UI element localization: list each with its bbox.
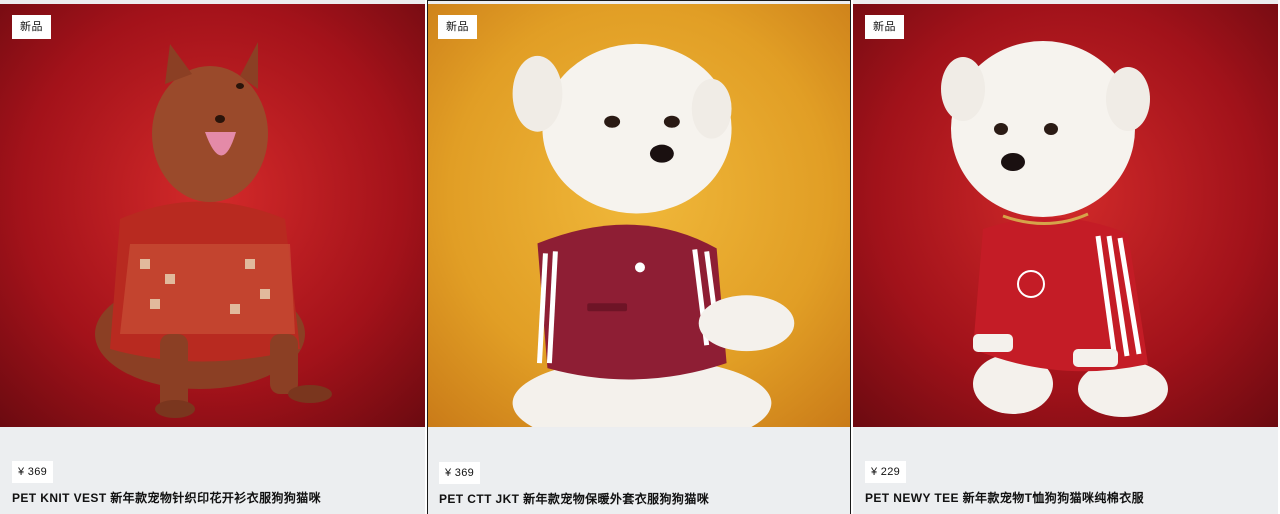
product-info: ¥ 369 PET KNIT VEST 新年款宠物针织印花开衫衣服狗狗猫咪 xyxy=(0,427,425,514)
product-title[interactable]: PET CTT JKT 新年款宠物保暖外套衣服狗狗猫咪 xyxy=(439,490,709,507)
product-card[interactable]: 新品 ¥ 229 PET NEWY TEE 新年款宠物T恤狗狗猫咪纯棉衣服 xyxy=(853,0,1278,514)
product-image[interactable] xyxy=(428,4,850,427)
product-price: ¥ 369 xyxy=(12,461,54,483)
product-image[interactable] xyxy=(853,4,1278,427)
product-image[interactable] xyxy=(0,4,425,427)
product-price: ¥ 229 xyxy=(865,461,907,483)
new-badge: 新品 xyxy=(865,15,904,39)
product-info: ¥ 229 PET NEWY TEE 新年款宠物T恤狗狗猫咪纯棉衣服 xyxy=(853,427,1278,514)
product-grid: 新品 ¥ 369 PET KNIT VEST 新年款宠物针织印花开衫衣服狗狗猫咪 xyxy=(0,0,1280,514)
product-card[interactable]: 新品 ¥ 369 PET CTT JKT 新年款宠物保暖外套衣服狗狗猫咪 xyxy=(427,0,851,514)
product-price: ¥ 369 xyxy=(439,462,481,484)
product-card[interactable]: 新品 ¥ 369 PET KNIT VEST 新年款宠物针织印花开衫衣服狗狗猫咪 xyxy=(0,0,425,514)
product-info: ¥ 369 PET CTT JKT 新年款宠物保暖外套衣服狗狗猫咪 xyxy=(428,428,850,514)
white-terrier-tee-photo xyxy=(853,4,1278,427)
product-title[interactable]: PET NEWY TEE 新年款宠物T恤狗狗猫咪纯棉衣服 xyxy=(865,489,1144,506)
product-title[interactable]: PET KNIT VEST 新年款宠物针织印花开衫衣服狗狗猫咪 xyxy=(12,489,321,506)
white-terrier-jacket-photo xyxy=(428,4,850,427)
new-badge: 新品 xyxy=(12,15,51,39)
brown-dog-photo xyxy=(0,4,425,427)
new-badge: 新品 xyxy=(438,15,477,39)
